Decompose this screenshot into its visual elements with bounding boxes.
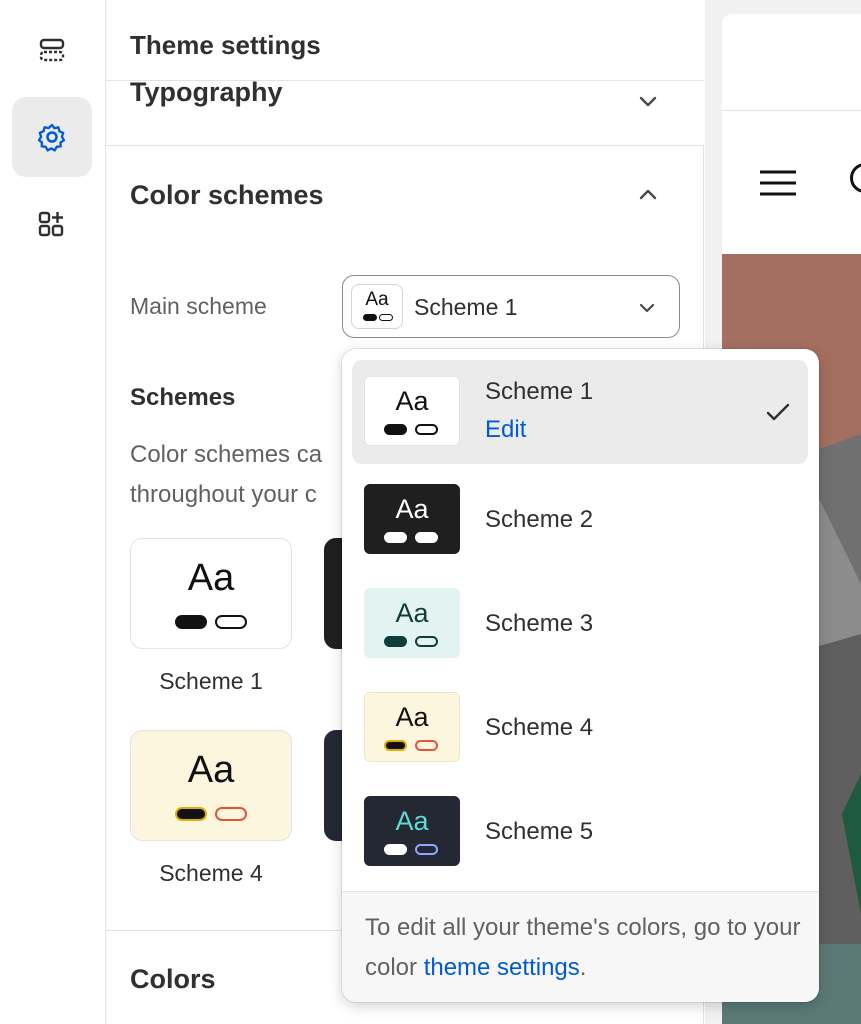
swatch-aa: Aa <box>395 386 429 416</box>
card-aa: Aa <box>187 749 235 791</box>
swatch-aa: Aa <box>365 289 389 310</box>
secondary-pill <box>415 424 438 435</box>
footer-suffix: . <box>579 954 587 981</box>
primary-pill <box>384 636 407 647</box>
scheme-option-label: Scheme 2 <box>485 506 594 533</box>
scheme-card-label: Scheme 4 <box>159 860 263 886</box>
scheme-option-label: Scheme 1 <box>485 378 594 405</box>
chevron-down-icon <box>639 303 655 313</box>
scheme-swatch: Aa <box>364 796 460 866</box>
hamburger-icon[interactable] <box>758 169 798 197</box>
search-icon[interactable] <box>850 163 861 193</box>
scheme-option-3[interactable]: Aa Scheme 3 <box>352 572 808 676</box>
scheme-option-2[interactable]: Aa Scheme 2 <box>352 468 808 572</box>
footer-text: To edit all your theme's colors, go to y… <box>365 908 805 988</box>
theme-settings-link[interactable]: theme settings <box>424 954 580 981</box>
color-schemes-heading[interactable]: Color schemes <box>130 180 324 211</box>
secondary-pill <box>215 615 247 629</box>
sections-icon <box>39 38 65 62</box>
scheme-dropdown: Aa Scheme 1 Edit Aa Scheme 2 Aa Scheme 3… <box>342 349 819 1002</box>
secondary-pill <box>415 636 438 647</box>
primary-pill <box>363 314 377 321</box>
apps-icon <box>38 211 64 237</box>
card-aa: Aa <box>187 557 235 599</box>
swatch-aa: Aa <box>395 806 429 836</box>
apps-button[interactable] <box>12 184 92 264</box>
colors-heading[interactable]: Colors <box>130 964 216 995</box>
preview-header <box>722 110 861 254</box>
scheme-option-label: Scheme 3 <box>485 610 594 637</box>
panel-title: Theme settings <box>130 30 321 60</box>
primary-pill <box>384 740 407 751</box>
scheme-option-label: Scheme 5 <box>485 818 594 845</box>
gear-icon <box>37 123 66 152</box>
theme-settings-button[interactable] <box>12 97 92 177</box>
scheme-swatch: Aa <box>351 284 403 329</box>
checkmark-icon <box>766 403 790 421</box>
scheme-option-4[interactable]: Aa Scheme 4 <box>352 676 808 780</box>
scheme-card-1[interactable]: Aa <box>130 538 292 649</box>
swatch-aa: Aa <box>395 598 429 628</box>
secondary-pill <box>415 532 438 543</box>
selected-scheme-value: Scheme 1 <box>414 294 518 320</box>
scheme-swatch: Aa <box>364 484 460 554</box>
primary-pill <box>384 844 407 855</box>
swatch-aa: Aa <box>395 494 429 524</box>
primary-pill <box>384 424 407 435</box>
schemes-description-line2: throughout your c <box>130 481 317 508</box>
scheme-option-label: Scheme 4 <box>485 714 594 741</box>
scheme-swatch: Aa <box>364 376 460 446</box>
swatch-aa: Aa <box>395 702 429 732</box>
preview-topbar <box>722 14 861 110</box>
secondary-pill <box>415 740 438 751</box>
scheme-option-1[interactable]: Aa Scheme 1 Edit <box>352 360 808 464</box>
scheme-swatch: Aa <box>364 588 460 658</box>
primary-pill <box>384 532 407 543</box>
sections-button[interactable] <box>12 10 92 90</box>
chevron-down-icon[interactable] <box>634 87 662 115</box>
secondary-pill <box>215 807 247 821</box>
main-scheme-label: Main scheme <box>130 293 267 319</box>
schemes-heading: Schemes <box>130 384 236 411</box>
scheme-swatch: Aa <box>364 692 460 762</box>
primary-pill <box>175 615 207 629</box>
panel-header: Theme settings <box>106 0 704 80</box>
scheme-option-5[interactable]: Aa Scheme 5 <box>352 780 808 884</box>
scheme-card-label: Scheme 1 <box>159 668 263 694</box>
secondary-pill <box>415 844 438 855</box>
schemes-description-line1: Color schemes ca <box>130 441 323 468</box>
typography-section[interactable]: Typography <box>106 80 704 146</box>
main-scheme-select[interactable]: Aa Scheme 1 <box>342 275 680 338</box>
dropdown-footer: To edit all your theme's colors, go to y… <box>342 891 819 1002</box>
side-rail <box>0 0 106 1024</box>
typography-label: Typography <box>130 80 283 107</box>
chevron-up-icon[interactable] <box>634 181 662 209</box>
secondary-pill <box>379 314 393 321</box>
edit-link[interactable]: Edit <box>485 416 526 444</box>
primary-pill <box>175 807 207 821</box>
scheme-card-4[interactable]: Aa <box>130 730 292 841</box>
